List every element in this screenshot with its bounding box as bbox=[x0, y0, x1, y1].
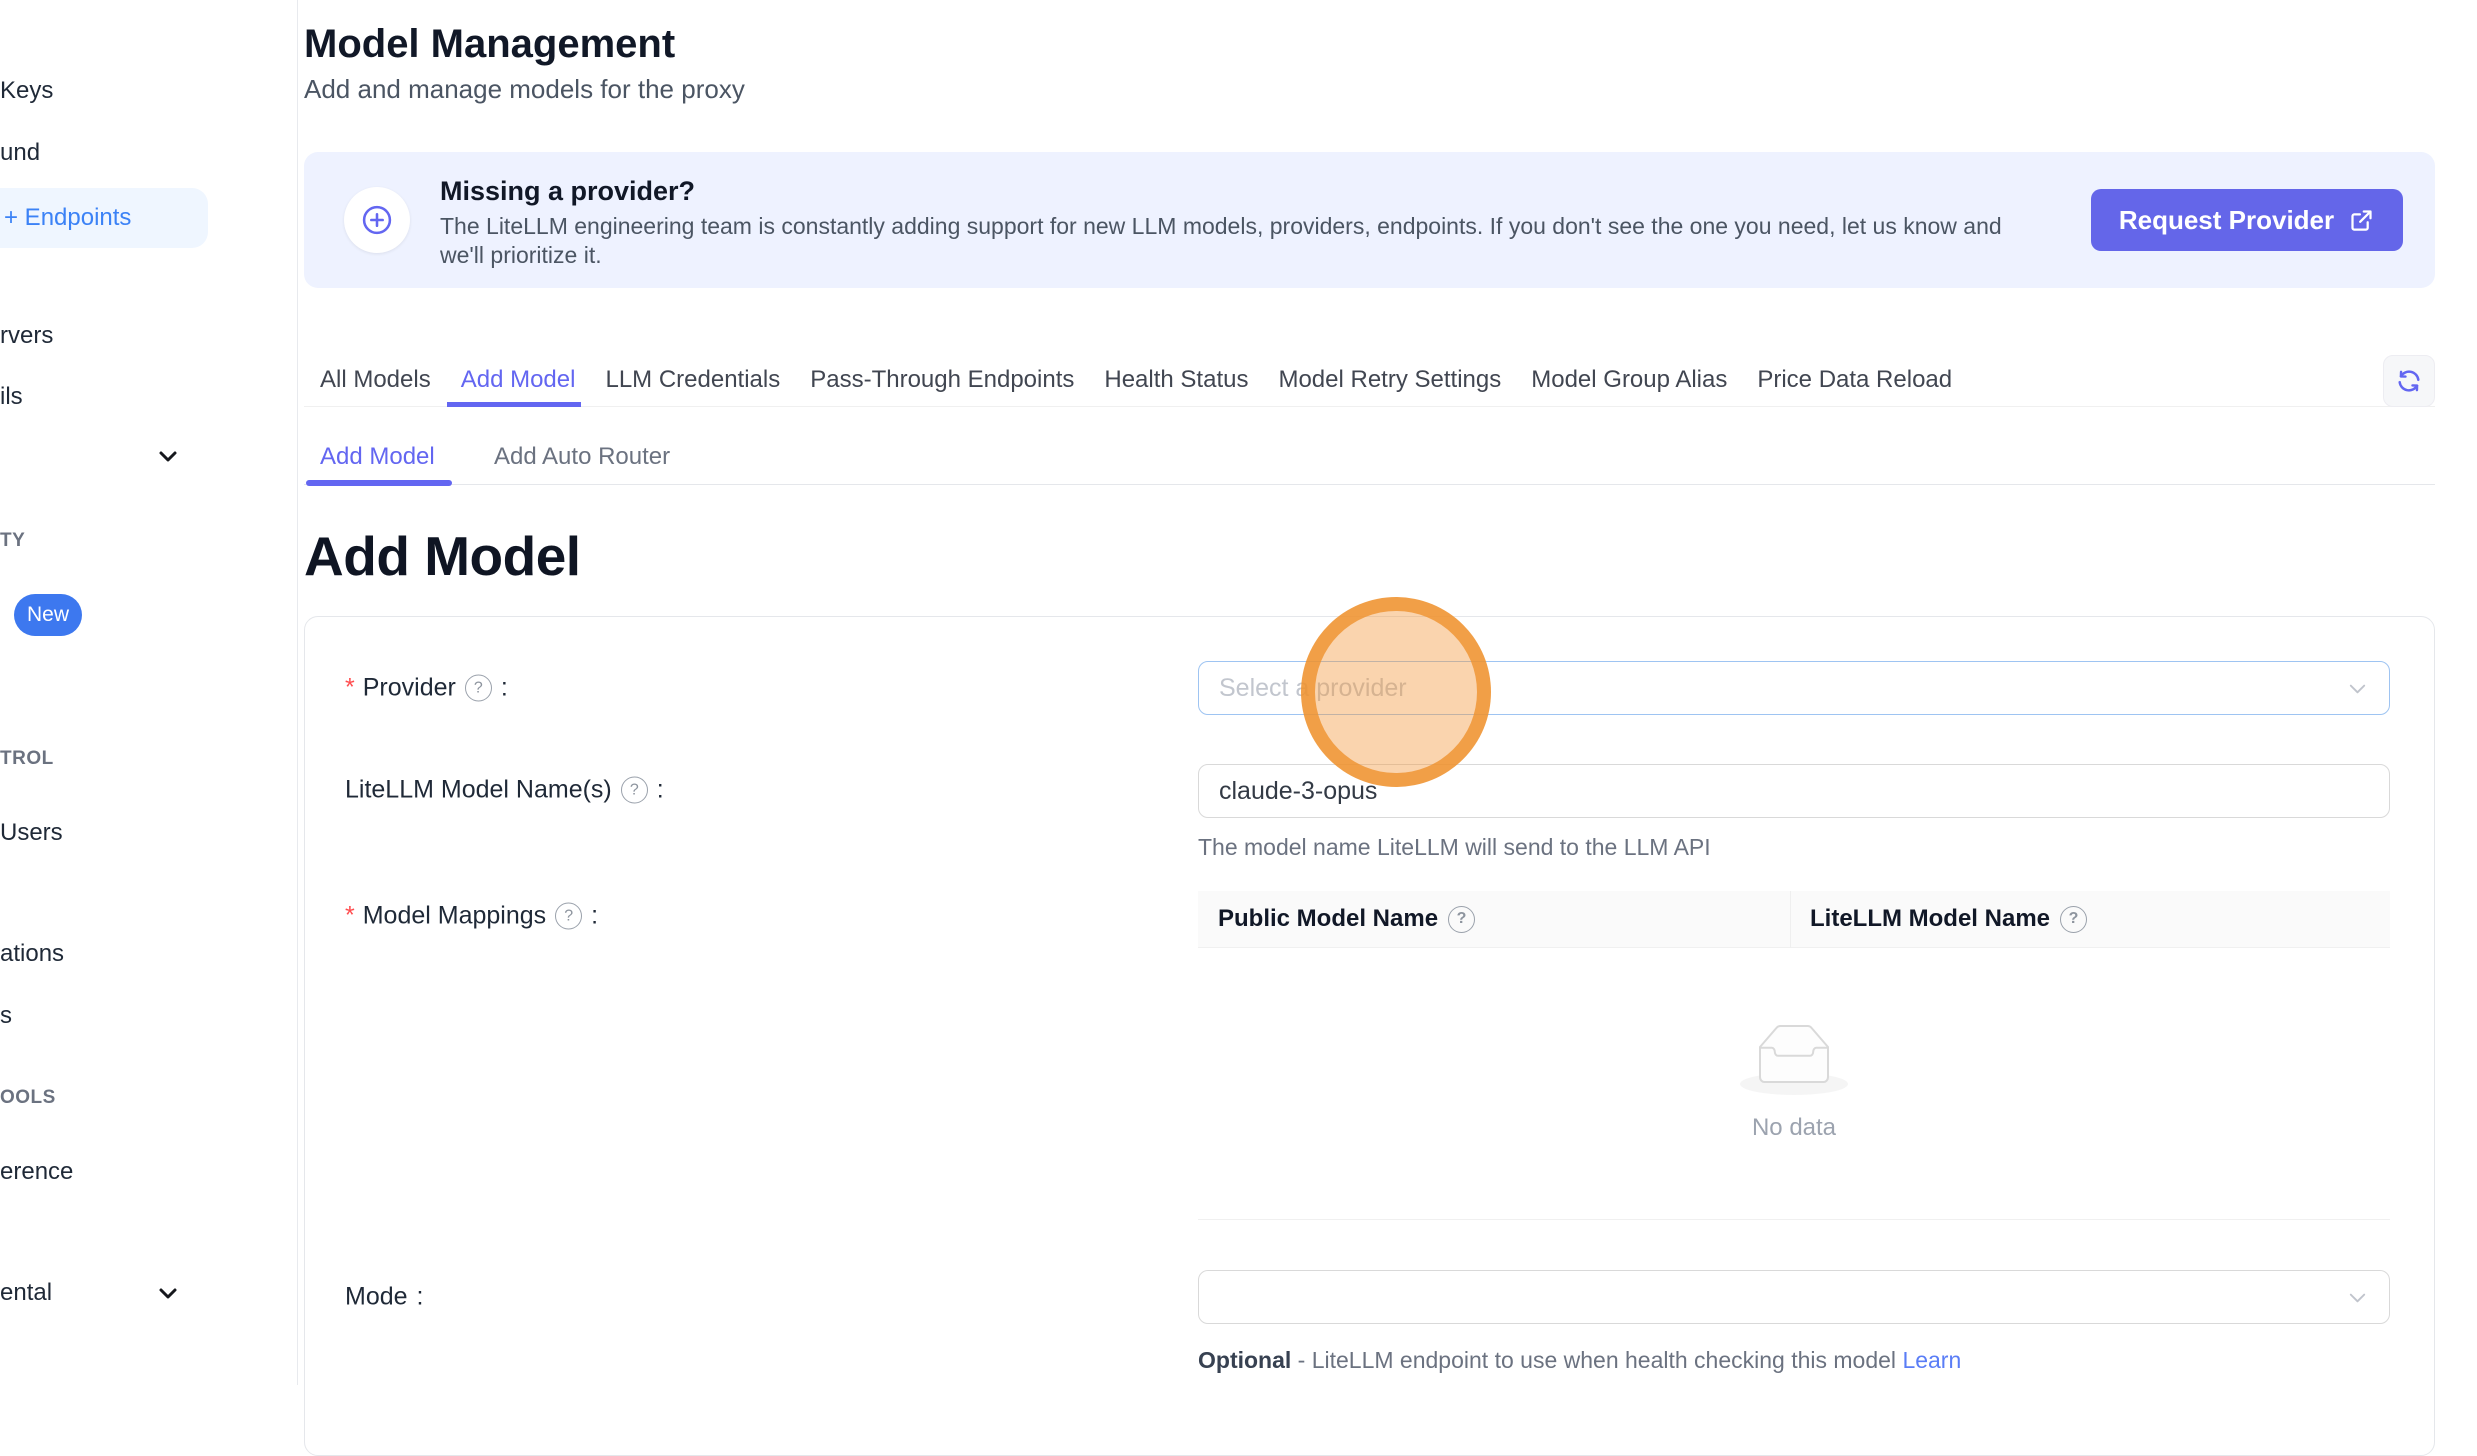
subtabs-divider bbox=[304, 484, 2435, 485]
label-colon: : bbox=[501, 674, 508, 703]
banner-body-line2: we'll prioritize it. bbox=[440, 242, 602, 269]
empty-box-icon bbox=[1730, 1016, 1858, 1098]
tab-price-data-reload[interactable]: Price Data Reload bbox=[1757, 366, 1952, 394]
tabs-divider bbox=[304, 406, 2435, 407]
sidebar-item-experimental[interactable]: ental bbox=[0, 1279, 52, 1307]
main-tabs: All Models Add Model LLM Credentials Pas… bbox=[320, 366, 1952, 394]
mappings-empty-state: No data bbox=[1198, 1016, 2390, 1142]
chevron-down-icon bbox=[2346, 1286, 2369, 1309]
mode-select[interactable] bbox=[1198, 1270, 2390, 1324]
model-name-helper: The model name LiteLLM will send to the … bbox=[1198, 834, 1711, 861]
sidebar-item-playground[interactable]: und bbox=[0, 139, 40, 167]
sidebar-item-organizations[interactable]: ations bbox=[0, 940, 64, 968]
chevron-down-icon[interactable] bbox=[156, 444, 180, 468]
tab-health-status[interactable]: Health Status bbox=[1104, 366, 1248, 394]
provider-label: * Provider ? : bbox=[345, 674, 508, 703]
mappings-table-header: Public Model Name ? LiteLLM Model Name ? bbox=[1198, 891, 2390, 948]
subtab-add-model[interactable]: Add Model bbox=[320, 443, 435, 471]
help-icon[interactable]: ? bbox=[1448, 906, 1475, 933]
help-icon[interactable]: ? bbox=[465, 675, 492, 702]
sidebar: Keys und + Endpoints rvers ils TY New TR… bbox=[0, 0, 298, 1385]
sidebar-section-security: TY bbox=[0, 530, 25, 552]
label-colon: : bbox=[657, 776, 664, 805]
model-mappings-label-text: Model Mappings bbox=[363, 902, 546, 931]
active-subtab-indicator bbox=[306, 480, 452, 486]
mappings-col-public: Public Model Name ? bbox=[1198, 905, 1790, 933]
help-icon[interactable]: ? bbox=[2060, 906, 2087, 933]
mode-helper: Optional - LiteLLM endpoint to use when … bbox=[1198, 1347, 1961, 1374]
sidebar-item-servers[interactable]: rvers bbox=[0, 322, 53, 350]
mode-helper-text: - LiteLLM endpoint to use when health ch… bbox=[1291, 1347, 1902, 1373]
sidebar-item-inference[interactable]: erence bbox=[0, 1158, 73, 1186]
page-title: Model Management bbox=[304, 22, 675, 67]
request-provider-label: Request Provider bbox=[2119, 205, 2334, 236]
sidebar-item-keys[interactable]: Keys bbox=[0, 77, 53, 105]
sidebar-section-tools: OOLS bbox=[0, 1087, 56, 1109]
tab-pass-through-endpoints[interactable]: Pass-Through Endpoints bbox=[810, 366, 1074, 394]
add-model-heading: Add Model bbox=[304, 524, 581, 588]
tab-all-models[interactable]: All Models bbox=[320, 366, 431, 394]
banner-body-line1: The LiteLLM engineering team is constant… bbox=[440, 213, 2002, 240]
model-mappings-label: * Model Mappings ? : bbox=[345, 902, 598, 931]
refresh-button[interactable] bbox=[2383, 355, 2435, 407]
banner-title: Missing a provider? bbox=[440, 176, 695, 207]
request-provider-button[interactable]: Request Provider bbox=[2091, 189, 2403, 251]
external-link-icon bbox=[2348, 207, 2375, 234]
help-icon[interactable]: ? bbox=[621, 777, 648, 804]
required-asterisk: * bbox=[345, 902, 355, 931]
sidebar-item-teams[interactable]: s bbox=[0, 1002, 12, 1030]
provider-label-text: Provider bbox=[363, 674, 456, 703]
sidebar-item-users[interactable]: Users bbox=[0, 819, 63, 847]
help-icon[interactable]: ? bbox=[555, 903, 582, 930]
tab-model-retry-settings[interactable]: Model Retry Settings bbox=[1278, 366, 1501, 394]
tab-llm-credentials[interactable]: LLM Credentials bbox=[605, 366, 780, 394]
required-asterisk: * bbox=[345, 674, 355, 703]
sidebar-section-access-control: TROL bbox=[0, 748, 54, 770]
label-colon: : bbox=[591, 902, 598, 931]
chevron-down-icon[interactable] bbox=[156, 1281, 180, 1305]
subtab-add-auto-router[interactable]: Add Auto Router bbox=[494, 443, 670, 471]
model-name-label: LiteLLM Model Name(s) ? : bbox=[345, 776, 664, 805]
learn-more-link[interactable]: Learn bbox=[1902, 1347, 1961, 1373]
refresh-icon bbox=[2395, 367, 2423, 395]
page-subtitle: Add and manage models for the proxy bbox=[304, 74, 745, 105]
mode-label: Mode : bbox=[345, 1283, 424, 1312]
label-colon: : bbox=[417, 1283, 424, 1312]
active-tab-indicator bbox=[447, 402, 581, 407]
tab-model-group-alias[interactable]: Model Group Alias bbox=[1531, 366, 1727, 394]
sidebar-item-details[interactable]: ils bbox=[0, 383, 23, 411]
sidebar-item-models-endpoints[interactable]: + Endpoints bbox=[4, 204, 131, 232]
new-badge: New bbox=[14, 594, 82, 636]
mode-helper-optional: Optional bbox=[1198, 1347, 1291, 1373]
click-highlight-indicator bbox=[1301, 597, 1491, 787]
mappings-col-litellm: LiteLLM Model Name ? bbox=[1790, 905, 2087, 933]
mappings-table-bottom-border bbox=[1198, 1219, 2390, 1220]
mode-label-text: Mode bbox=[345, 1283, 408, 1312]
no-data-text: No data bbox=[1752, 1114, 1836, 1142]
model-name-label-text: LiteLLM Model Name(s) bbox=[345, 776, 612, 805]
plus-circle-icon bbox=[344, 187, 410, 253]
mappings-header-divider bbox=[1790, 891, 1791, 948]
chevron-down-icon bbox=[2346, 677, 2369, 700]
new-badge-label: New bbox=[27, 603, 69, 627]
tab-add-model[interactable]: Add Model bbox=[461, 366, 576, 394]
